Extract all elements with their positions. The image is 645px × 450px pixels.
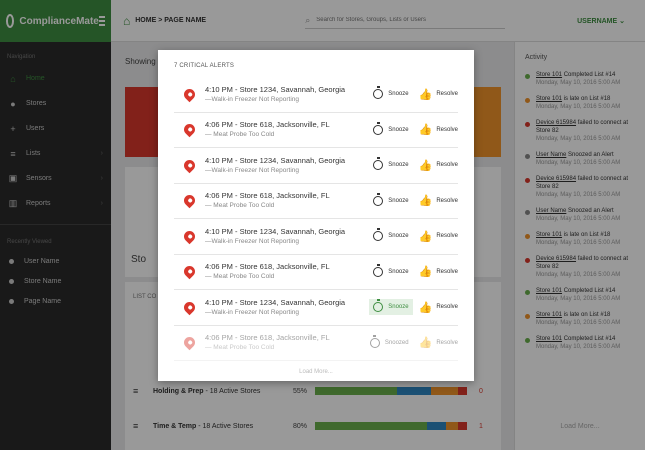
thumbs-up-icon: 👍 <box>418 337 433 350</box>
alert-row: 4:10 PM - Store 1234, Savannah, Georgia —… <box>174 219 458 255</box>
alert-row: 4:06 PM - Store 618, Jacksonville, FL — M… <box>174 326 458 361</box>
alert-detail: — Meat Probe Too Cold <box>205 344 275 352</box>
snooze-button[interactable]: Snooze <box>369 228 412 244</box>
location-pin-icon <box>181 334 198 351</box>
location-pin-icon <box>181 228 198 245</box>
snooze-button[interactable]: Snoozed <box>366 334 413 351</box>
snooze-label: Snooze <box>388 91 409 98</box>
alert-detail: — Meat Probe Too Cold <box>205 273 275 281</box>
resolve-button[interactable]: 👍 Resolve <box>419 265 458 278</box>
alert-detail: — Meat Probe Too Cold <box>205 131 275 139</box>
alert-text: 4:10 PM - Store 1234, Savannah, Georgia —… <box>205 298 369 317</box>
snooze-button[interactable]: Snooze <box>369 299 413 316</box>
alert-row: 4:10 PM - Store 1234, Savannah, Georgia —… <box>174 148 458 184</box>
alert-detail: —Walk-in Freezer Not Reporting <box>205 237 300 245</box>
snooze-label: Snooze <box>388 268 409 275</box>
alert-text: 4:06 PM - Store 618, Jacksonville, FL — M… <box>205 120 369 139</box>
resolve-label: Resolve <box>436 304 458 311</box>
stopwatch-icon <box>369 334 380 348</box>
resolve-label: Resolve <box>436 339 458 346</box>
modal-title: 7 CRITICAL ALERTS <box>174 63 235 69</box>
resolve-button[interactable]: 👍 Resolve <box>419 301 458 314</box>
location-pin-icon <box>181 299 198 316</box>
alert-text: 4:06 PM - Store 618, Jacksonville, FL — M… <box>205 262 369 281</box>
alert-detail: —Walk-in Freezer Not Reporting <box>205 308 300 316</box>
alert-text: 4:06 PM - Store 618, Jacksonville, FL — M… <box>205 333 366 352</box>
resolve-button[interactable]: 👍 Resolve <box>419 88 458 101</box>
alert-detail: —Walk-in Freezer Not Reporting <box>205 95 300 103</box>
alert-title: 4:10 PM - Store 1234, Savannah, Georgia <box>205 226 346 236</box>
location-pin-icon <box>181 121 198 138</box>
stopwatch-icon <box>373 299 384 313</box>
snooze-button[interactable]: Snooze <box>369 121 412 138</box>
stopwatch-icon <box>373 121 384 135</box>
alert-title: 4:06 PM - Store 618, Jacksonville, FL <box>205 333 330 343</box>
snooze-button[interactable]: Snooze <box>369 263 412 280</box>
stopwatch-icon <box>373 86 384 100</box>
thumbs-up-icon: 👍 <box>418 124 433 137</box>
snooze-label: Snooze <box>388 197 409 204</box>
snooze-label: Snooze <box>388 233 409 240</box>
alert-list: 4:10 PM - Store 1234, Savannah, Georgia —… <box>174 77 458 361</box>
alert-row: 4:10 PM - Store 1234, Savannah, Georgia —… <box>174 290 458 326</box>
resolve-button[interactable]: 👍 Resolve <box>419 123 458 136</box>
stopwatch-icon <box>373 228 384 242</box>
alert-title: 4:10 PM - Store 1234, Savannah, Georgia <box>205 84 346 94</box>
snooze-label: Snoozed <box>384 339 409 346</box>
alert-detail: —Walk-in Freezer Not Reporting <box>205 166 300 174</box>
thumbs-up-icon: 👍 <box>418 266 433 279</box>
alert-text: 4:10 PM - Store 1234, Savannah, Georgia —… <box>205 227 369 246</box>
alert-row: 4:06 PM - Store 618, Jacksonville, FL — M… <box>174 113 458 148</box>
location-pin-icon <box>181 86 198 103</box>
location-pin-icon <box>181 157 198 174</box>
snooze-button[interactable]: Snooze <box>369 86 412 102</box>
thumbs-up-icon: 👍 <box>418 301 433 314</box>
snooze-label: Snooze <box>388 162 409 169</box>
snooze-label: Snooze <box>388 304 409 311</box>
resolve-label: Resolve <box>436 268 458 275</box>
thumbs-up-icon: 👍 <box>418 88 433 101</box>
resolve-label: Resolve <box>436 126 458 133</box>
resolve-label: Resolve <box>436 233 458 240</box>
location-pin-icon <box>181 263 198 280</box>
alert-text: 4:06 PM - Store 618, Jacksonville, FL — M… <box>205 191 369 210</box>
resolve-label: Resolve <box>436 197 458 204</box>
alert-text: 4:10 PM - Store 1234, Savannah, Georgia —… <box>205 85 369 104</box>
stopwatch-icon <box>373 192 384 206</box>
alert-row: 4:06 PM - Store 618, Jacksonville, FL — M… <box>174 255 458 290</box>
stopwatch-icon <box>373 263 384 277</box>
resolve-button[interactable]: 👍 Resolve <box>419 230 458 243</box>
thumbs-up-icon: 👍 <box>418 195 433 208</box>
alert-title: 4:10 PM - Store 1234, Savannah, Georgia <box>205 155 346 165</box>
resolve-button[interactable]: 👍 Resolve <box>419 159 458 172</box>
modal-load-more[interactable]: Load More... <box>174 361 458 375</box>
snooze-button[interactable]: Snooze <box>369 192 412 209</box>
alert-row: 4:06 PM - Store 618, Jacksonville, FL — M… <box>174 184 458 219</box>
resolve-button[interactable]: 👍 Resolve <box>419 194 458 207</box>
alert-title: 4:10 PM - Store 1234, Savannah, Georgia <box>205 297 346 307</box>
snooze-button[interactable]: Snooze <box>369 157 412 173</box>
thumbs-up-icon: 👍 <box>418 230 433 243</box>
alert-text: 4:10 PM - Store 1234, Savannah, Georgia —… <box>205 156 369 175</box>
alert-detail: — Meat Probe Too Cold <box>205 202 275 210</box>
resolve-button[interactable]: 👍 Resolve <box>419 336 458 349</box>
resolve-label: Resolve <box>436 91 458 98</box>
resolve-label: Resolve <box>436 162 458 169</box>
alert-row: 4:10 PM - Store 1234, Savannah, Georgia —… <box>174 77 458 113</box>
thumbs-up-icon: 👍 <box>418 159 433 172</box>
stopwatch-icon <box>373 157 384 171</box>
critical-alerts-modal: 7 CRITICAL ALERTS 4:10 PM - Store 1234, … <box>158 50 474 381</box>
alert-title: 4:06 PM - Store 618, Jacksonville, FL <box>205 262 330 272</box>
location-pin-icon <box>181 192 198 209</box>
snooze-label: Snooze <box>388 126 409 133</box>
alert-title: 4:06 PM - Store 618, Jacksonville, FL <box>205 191 330 201</box>
alert-title: 4:06 PM - Store 618, Jacksonville, FL <box>205 120 330 130</box>
